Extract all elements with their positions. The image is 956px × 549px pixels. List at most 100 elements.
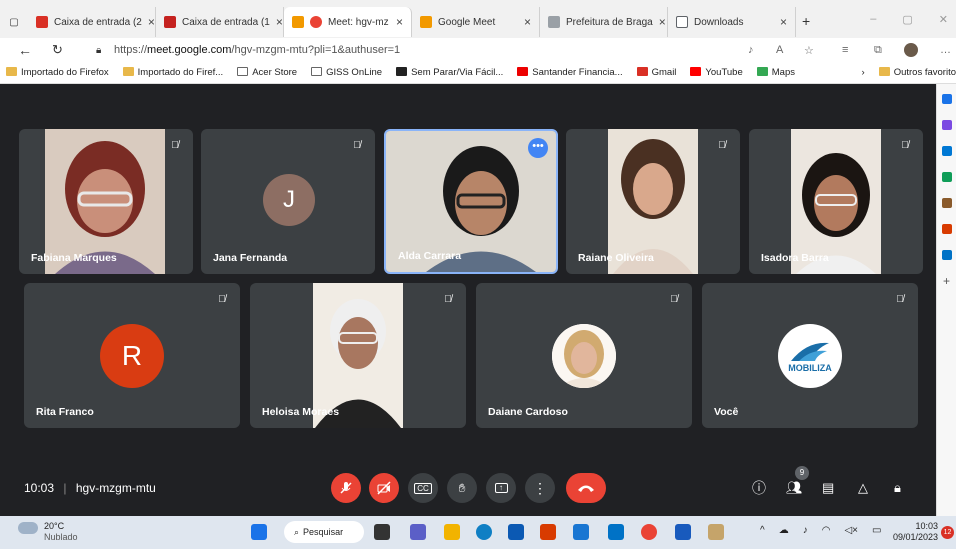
mic-toggle-button[interactable] (331, 473, 361, 503)
search-icon[interactable] (941, 94, 952, 104)
more-options-icon[interactable]: ••• (528, 138, 548, 158)
add-icon[interactable]: + (942, 275, 952, 287)
notification-badge[interactable]: 12 (941, 526, 954, 539)
task-view-icon[interactable] (374, 524, 390, 540)
new-tab-button[interactable]: + (802, 13, 810, 29)
participant-tile-active[interactable]: ••• Alda Carrara (384, 129, 558, 274)
read-aloud-icon[interactable]: A (776, 44, 783, 56)
favorite-icon[interactable]: ☆ (804, 44, 814, 57)
bookmark-link[interactable]: YouTube (690, 67, 743, 78)
participant-tile[interactable]: R 🎙̸ Rita Franco (24, 283, 240, 428)
wifi-icon[interactable]: ◠ (822, 525, 831, 536)
tab-google-meet[interactable]: Google Meet × (412, 7, 540, 37)
battery-icon[interactable]: ▭ (872, 525, 881, 536)
meet-stage: 🎙̸ Fabiana Marques J 🎙̸ Jana Fernanda ••… (0, 84, 936, 516)
clock[interactable]: 10:03 09/01/2023 (888, 521, 938, 543)
taskbar-search[interactable]: ⌕ Pesquisar (284, 521, 364, 543)
tab-inbox-1[interactable]: Caixa de entrada (2 × (28, 7, 156, 37)
reload-icon[interactable]: ↻ (52, 42, 63, 58)
outlook-icon[interactable] (941, 250, 952, 260)
leave-call-button[interactable] (566, 473, 606, 503)
favorites-icon[interactable]: ≡ (842, 44, 848, 56)
browser-tab-bar: ▢ Caixa de entrada (2 × Caixa de entrada … (0, 0, 956, 38)
lock-icon[interactable]: 🔒︎ (96, 45, 101, 56)
tab-prefeitura[interactable]: Prefeitura de Braga × (540, 7, 668, 37)
participant-tile[interactable]: 🎙̸ Raiane Oliveira (566, 129, 740, 274)
minimize-icon[interactable]: – (870, 13, 876, 26)
close-tab-icon[interactable]: × (276, 15, 283, 29)
tab-downloads[interactable]: Downloads × (668, 7, 796, 37)
file-explorer-icon[interactable] (444, 524, 460, 540)
activities-button[interactable]: △ (858, 480, 868, 496)
profile-avatar[interactable] (904, 43, 918, 57)
chrome-icon[interactable] (641, 524, 657, 540)
paint-icon[interactable] (708, 524, 724, 540)
bookmark-link[interactable]: Gmail (636, 67, 676, 78)
office-icon[interactable] (540, 524, 556, 540)
close-tab-icon[interactable]: × (396, 15, 403, 29)
onedrive-icon[interactable]: ☁ (779, 525, 789, 536)
participant-name: Jana Fernanda (213, 252, 288, 264)
edge-icon[interactable] (476, 524, 492, 540)
volume-icon[interactable]: ◁× (844, 525, 858, 536)
window-controls: – ▢ ✕ (870, 13, 948, 26)
participant-tile[interactable]: J 🎙̸ Jana Fernanda (201, 129, 375, 274)
participant-tile-self[interactable]: MOBILIZA 🎙̸ Você (702, 283, 918, 428)
tools-icon[interactable] (941, 172, 952, 182)
present-button[interactable]: ↑ (486, 473, 516, 503)
url-field[interactable]: https://meet.google.com/hgv-mzgm-mtu?pli… (114, 44, 400, 56)
captions-button[interactable]: CC (408, 473, 438, 503)
people-button[interactable]: 👥︎ 9 (786, 466, 809, 496)
people-icon: 👥︎ (786, 480, 803, 495)
close-tab-icon[interactable]: × (659, 15, 666, 29)
more-vert-icon: ⋮ (533, 479, 547, 496)
participant-tile[interactable]: 🎙̸ Fabiana Marques (19, 129, 193, 274)
close-tab-icon[interactable]: × (524, 15, 531, 29)
tab-actions-icon[interactable]: ▢ (0, 7, 28, 37)
chevron-up-icon[interactable]: ^ (760, 525, 765, 536)
tab-meet-active[interactable]: Meet: hgv-mz × (284, 7, 412, 37)
shopping-icon[interactable] (941, 146, 952, 156)
participant-tile[interactable]: 🎙̸ Daiane Cardoso (476, 283, 692, 428)
collections-icon[interactable]: ⧉ (874, 44, 882, 57)
participant-tile[interactable]: 🎙̸ Heloisa Moraes (250, 283, 466, 428)
participant-name: Isadora Barra (761, 252, 829, 264)
bookmark-link[interactable]: Santander Financia... (517, 67, 623, 78)
bookmark-folder[interactable]: Importado do Firef... (122, 67, 223, 78)
mic-icon[interactable]: ♪ (803, 525, 808, 536)
outlook-icon[interactable] (608, 524, 624, 540)
chat-app-icon[interactable] (410, 524, 426, 540)
folder-icon (878, 67, 890, 76)
camera-toggle-button[interactable] (369, 473, 399, 503)
tab-inbox-2[interactable]: Caixa de entrada (1 × (156, 7, 284, 37)
chat-button[interactable]: ▤ (822, 480, 834, 496)
close-tab-icon[interactable]: × (780, 15, 787, 29)
more-options-button[interactable]: ⋮ (525, 473, 555, 503)
bookmark-link[interactable]: Sem Parar/Via Fácil... (396, 67, 503, 78)
host-controls-button[interactable]: 🔒︎ (894, 480, 901, 496)
games-icon[interactable] (941, 198, 952, 208)
maximize-icon[interactable]: ▢ (902, 13, 912, 26)
office-icon[interactable] (941, 224, 952, 234)
word-icon[interactable] (675, 524, 691, 540)
chevron-right-icon[interactable]: › (862, 67, 865, 78)
bookmark-link[interactable]: Maps (756, 67, 795, 78)
close-tab-icon[interactable]: × (148, 15, 155, 29)
copilot-icon[interactable] (941, 120, 952, 130)
participant-name: Fabiana Marques (31, 252, 117, 264)
bookmark-folder[interactable]: Importado do Firefox (6, 67, 109, 78)
close-window-icon[interactable]: ✕ (939, 13, 948, 26)
start-icon[interactable] (251, 524, 267, 540)
participant-tile[interactable]: 🎙̸ Isadora Barra (749, 129, 923, 274)
bookmark-folder[interactable]: Outros favorito (878, 67, 956, 78)
app-icon[interactable] (573, 524, 589, 540)
bookmark-link[interactable]: GISS OnLine (311, 67, 382, 78)
back-icon[interactable]: ← (18, 42, 32, 58)
bookmark-link[interactable]: Acer Store (237, 67, 297, 78)
more-icon[interactable]: … (940, 44, 951, 56)
store-icon[interactable] (508, 524, 524, 540)
meeting-details-button[interactable]: ⓘ (752, 478, 766, 498)
weather-widget[interactable]: 20°C Nublado (44, 521, 78, 543)
raise-hand-button[interactable]: ✋︎ (447, 473, 477, 503)
mic-permission-icon[interactable]: ♪ (748, 44, 754, 56)
